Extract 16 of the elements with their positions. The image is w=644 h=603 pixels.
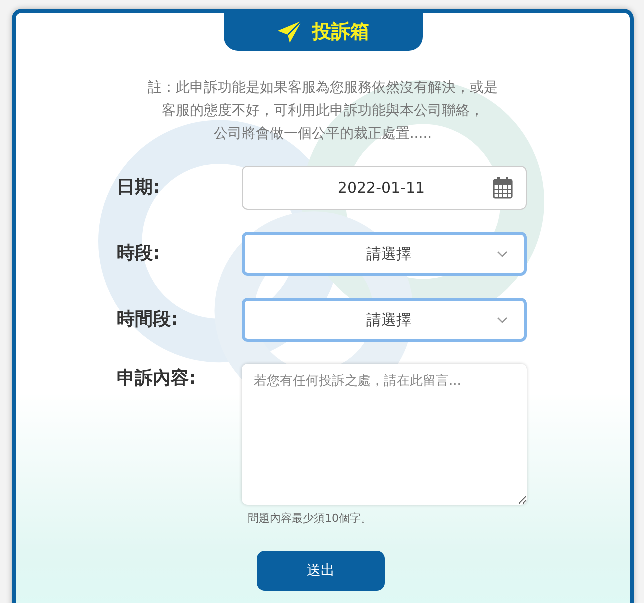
date-field[interactable]: 2022-01-11	[242, 166, 527, 210]
select-field[interactable]: 請選擇	[242, 232, 527, 276]
title: 投訴箱	[312, 20, 370, 44]
submit-button[interactable]: 送出	[257, 551, 385, 591]
select-field[interactable]: 請選擇	[242, 298, 527, 342]
chevron-down-icon	[497, 316, 508, 324]
chevron-down-icon	[497, 250, 508, 258]
hint-text: 問題內容最少須10個字。	[248, 511, 373, 526]
field-label: 日期:	[117, 176, 162, 200]
field-label: 申訴內容:	[117, 367, 198, 391]
note-text: 註：此申訴功能是如果客服為您服務依然沒有解決，或是 客服的態度不好，可利用此申訴功能與本公司聯絡， 公司將會做一個公平的裁正處置.....	[148, 79, 498, 144]
paper-plane-icon	[276, 20, 302, 44]
field-label: 時間段:	[117, 308, 180, 332]
field-label: 時段:	[117, 242, 162, 266]
complaint-text-field[interactable]: 若您有任何投訴之處，請在此留言...	[242, 364, 527, 505]
calendar-icon[interactable]	[493, 177, 513, 199]
